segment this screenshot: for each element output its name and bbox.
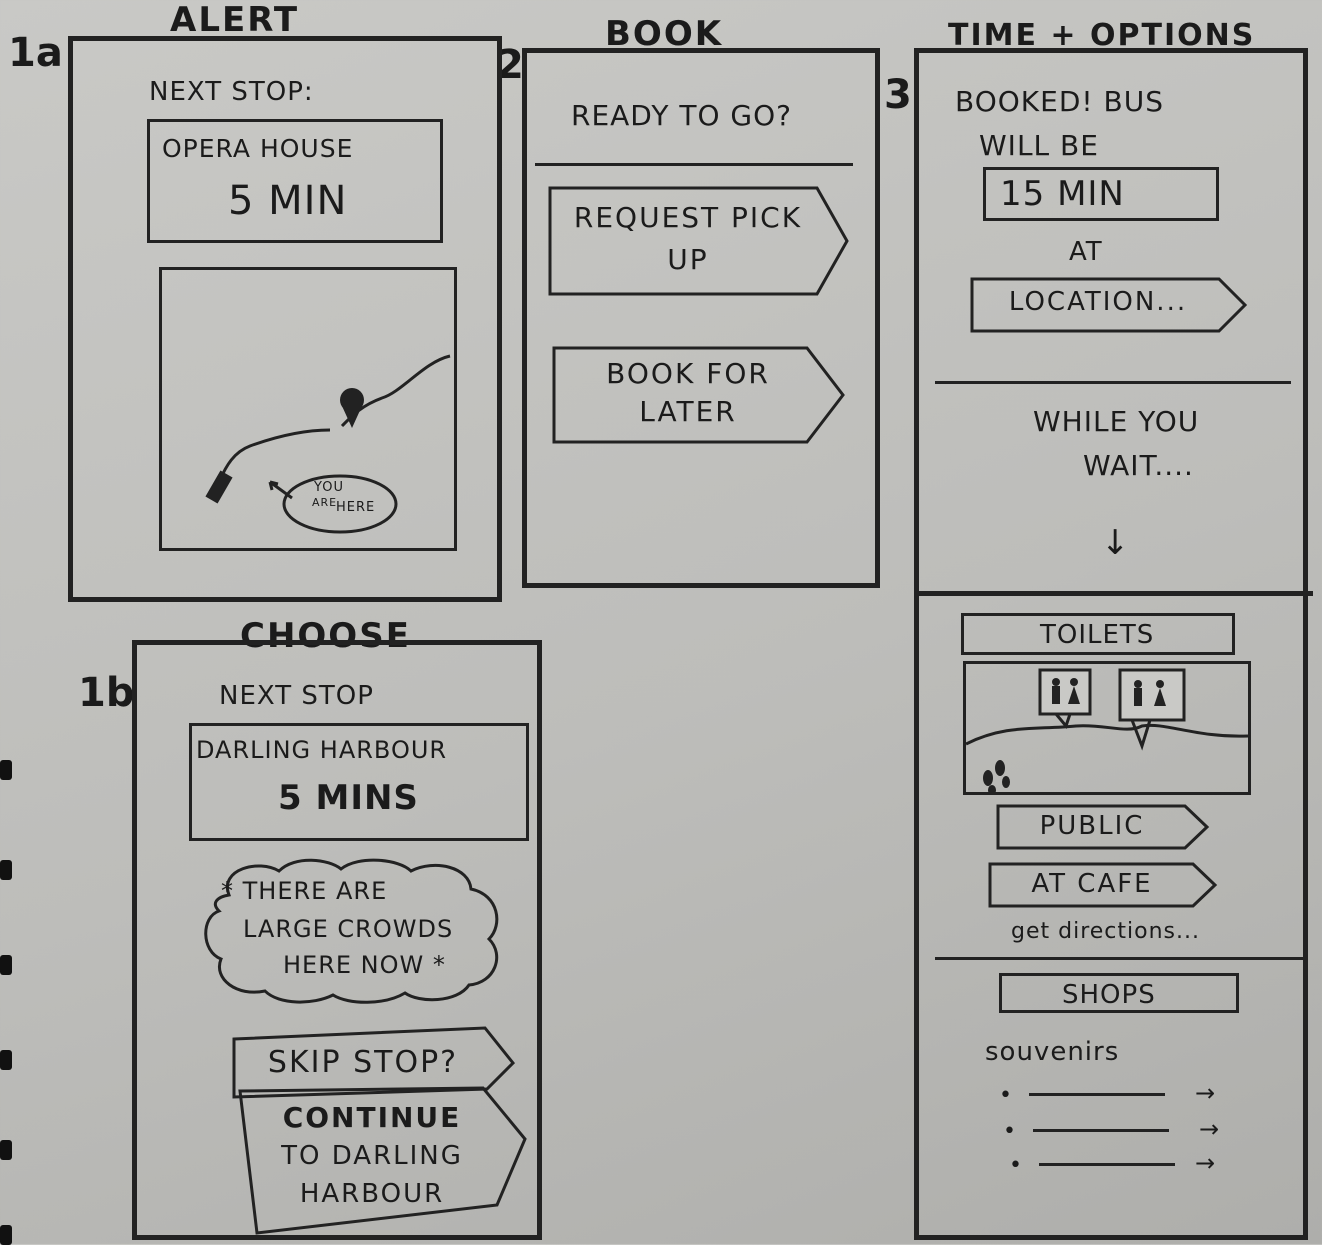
list-item[interactable]: • → — [999, 1079, 1239, 1109]
screen-1b-choose: NEXT STOP DARLING HARBOUR 5 MINS * THERE… — [132, 640, 542, 1240]
souvenirs-label: souvenirs — [985, 1037, 1120, 1067]
booked-line1: BOOKED! BUS — [955, 85, 1165, 118]
at-label: AT — [1069, 237, 1103, 267]
bullet-icon: • — [1009, 1153, 1022, 1178]
down-arrow-icon: ↓ — [1101, 523, 1131, 563]
toilet-pin-icon — [1118, 668, 1186, 751]
next-stop-card: DARLING HARBOUR 5 MINS — [189, 723, 529, 841]
cafe-toilets-button[interactable]: AT CAFE — [987, 861, 1219, 909]
screen-3-time-options: BOOKED! BUS WILL BE 15 MIN AT LOCATION..… — [914, 48, 1313, 1240]
continue-line3: HARBOUR — [299, 1179, 445, 1209]
screen-number-3: 3 — [884, 72, 912, 118]
public-toilets-button[interactable]: PUBLIC — [995, 803, 1211, 851]
shops-header-text: SHOPS — [1062, 980, 1156, 1010]
heading-alert: ALERT — [170, 0, 300, 40]
next-stop-label: NEXT STOP: — [149, 77, 314, 107]
request-pickup-button[interactable]: REQUEST PICK UP — [547, 185, 851, 297]
book-for-later-line1: BOOK FOR — [606, 357, 770, 390]
continue-button[interactable]: CONTINUE TO DARLING HARBOUR — [237, 1085, 529, 1235]
list-item[interactable]: • → — [1009, 1149, 1249, 1179]
divider-3 — [935, 957, 1305, 960]
eta-box: 15 MIN — [983, 167, 1219, 221]
book-for-later-button[interactable]: BOOK FOR LATER — [551, 345, 847, 445]
you-are-here-line1: YOU — [314, 480, 344, 495]
you-are-here-line2: ARE — [312, 496, 338, 509]
arrow-right-icon: → — [1199, 1115, 1220, 1143]
bullet-icon: • — [1003, 1119, 1016, 1144]
request-pickup-line2: UP — [667, 243, 709, 276]
bus-icon — [205, 470, 233, 504]
arrow-right-icon: → — [1195, 1079, 1216, 1107]
crowd-warning-line1: * THERE ARE — [221, 877, 388, 905]
arrow-right-icon: → — [1195, 1149, 1216, 1177]
public-text: PUBLIC — [1039, 811, 1145, 841]
toilets-header: TOILETS — [961, 613, 1235, 655]
crowd-warning-line3: HERE NOW * — [283, 951, 446, 979]
stop-name: OPERA HOUSE — [162, 134, 354, 163]
bullet-icon: • — [999, 1083, 1012, 1108]
next-stop-card: OPERA HOUSE 5 MIN — [147, 119, 443, 243]
booked-line2: WILL BE — [979, 129, 1099, 162]
ready-prompt: READY TO GO? — [571, 99, 792, 132]
screen-1a-alert: NEXT STOP: OPERA HOUSE 5 MIN YOU ARE HER… — [68, 36, 502, 602]
crowd-warning-cloud: * THERE ARE LARGE CROWDS HERE NOW * — [199, 855, 509, 1005]
location-text: LOCATION... — [1008, 287, 1188, 317]
eta-text: 5 MINS — [278, 778, 419, 818]
location-pin-icon — [340, 388, 364, 428]
divider-2 — [919, 591, 1313, 596]
toilets-header-text: TOILETS — [1040, 620, 1155, 650]
eta-text: 5 MIN — [228, 178, 348, 224]
divider-1 — [935, 381, 1291, 384]
screen-2-book: READY TO GO? REQUEST PICK UP BOOK FOR LA… — [522, 48, 880, 588]
continue-line1: CONTINUE — [282, 1101, 462, 1134]
route-map-drawing — [205, 354, 451, 534]
toilets-map[interactable] — [963, 661, 1251, 795]
route-map[interactable]: YOU ARE HERE — [159, 267, 457, 551]
shops-header: SHOPS — [999, 973, 1239, 1013]
continue-line2: TO DARLING — [281, 1141, 463, 1171]
you-are-here-line3: HERE — [336, 500, 376, 515]
divider — [535, 163, 853, 166]
while-you-wait-line1: WHILE YOU — [1033, 405, 1200, 438]
skip-stop-text: SKIP STOP? — [267, 1045, 459, 1080]
list-item[interactable]: • → — [1003, 1115, 1243, 1145]
eta-value: 15 MIN — [1000, 174, 1125, 214]
get-directions-link[interactable]: get directions... — [1011, 919, 1200, 944]
toilets-map-drawing — [965, 668, 1249, 795]
while-you-wait-line2: WAIT.... — [1083, 449, 1194, 482]
crowd-warning-line2: LARGE CROWDS — [243, 915, 454, 943]
request-pickup-line1: REQUEST PICK — [573, 201, 803, 234]
toilet-pin-icon — [1038, 668, 1092, 730]
screen-number-1a: 1a — [8, 30, 63, 76]
book-for-later-line2: LATER — [639, 395, 737, 428]
stop-name: DARLING HARBOUR — [196, 736, 448, 764]
screen-number-1b: 1b — [78, 670, 135, 716]
location-button[interactable]: LOCATION... — [969, 275, 1249, 335]
footsteps-icon — [983, 760, 1010, 795]
next-stop-label: NEXT STOP — [219, 681, 374, 711]
cafe-text: AT CAFE — [1031, 869, 1153, 899]
